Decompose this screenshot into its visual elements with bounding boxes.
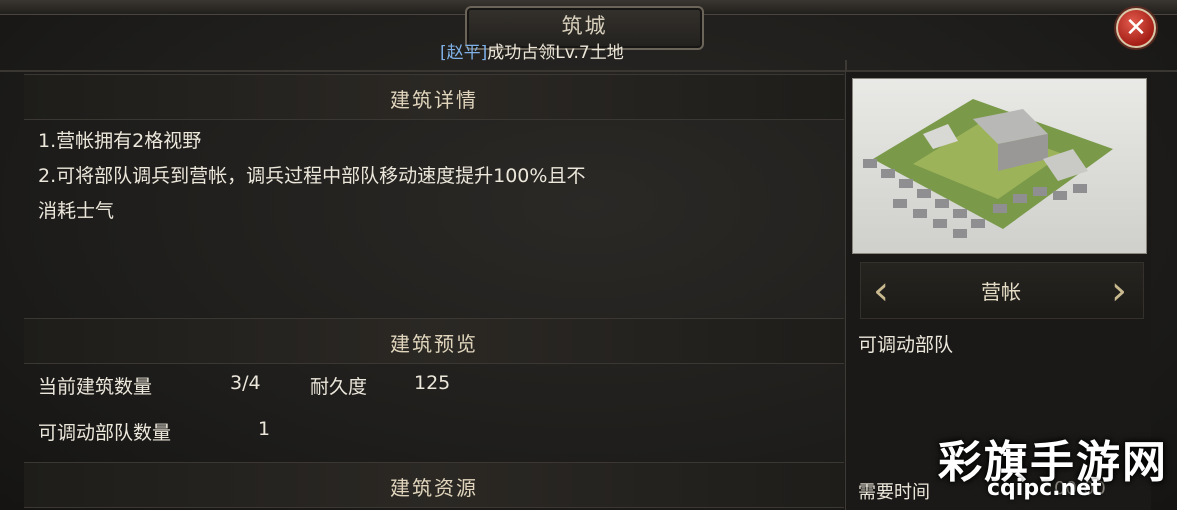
preview-title: 建筑预览 [390, 332, 478, 356]
time-label: 需要时间 [858, 482, 930, 503]
details-title: 建筑详情 [390, 88, 478, 112]
player-name: [赵平] [440, 43, 488, 63]
watermark-url: cqipc.net [987, 476, 1102, 501]
building-thumbnail [852, 78, 1147, 254]
window-title: 筑城 [561, 14, 608, 38]
details-line: 2.可将部队调兵到营帐，调兵过程中部队移动速度提升100%且不 [38, 165, 586, 187]
occupation-notice: [赵平]成功占领Lv.7土地 [440, 38, 624, 63]
durability-value: 125 [414, 372, 451, 394]
details-text: 1.营帐拥有2格视野 2.可将部队调兵到营帐，调兵过程中部队移动速度提升100%… [38, 124, 585, 229]
details-line: 1.营帐拥有2格视野 [38, 130, 202, 152]
building-name: 营帐 [981, 280, 1021, 304]
camp-image [863, 99, 1113, 238]
notice-text: 成功占领Lv.7土地 [487, 43, 624, 63]
building-count-value: 3/4 [230, 372, 261, 394]
details-line: 消耗士气 [38, 200, 115, 222]
close-button[interactable]: ✕ [1116, 8, 1156, 48]
troops-value: 1 [258, 418, 271, 440]
close-icon: ✕ [1125, 13, 1147, 43]
resources-title: 建筑资源 [390, 476, 478, 500]
building-count-label: 当前建筑数量 [38, 376, 153, 398]
durability-label: 耐久度 [310, 376, 368, 398]
building-description: 可调动部队 [858, 334, 954, 356]
troops-label: 可调动部队数量 [38, 422, 172, 444]
